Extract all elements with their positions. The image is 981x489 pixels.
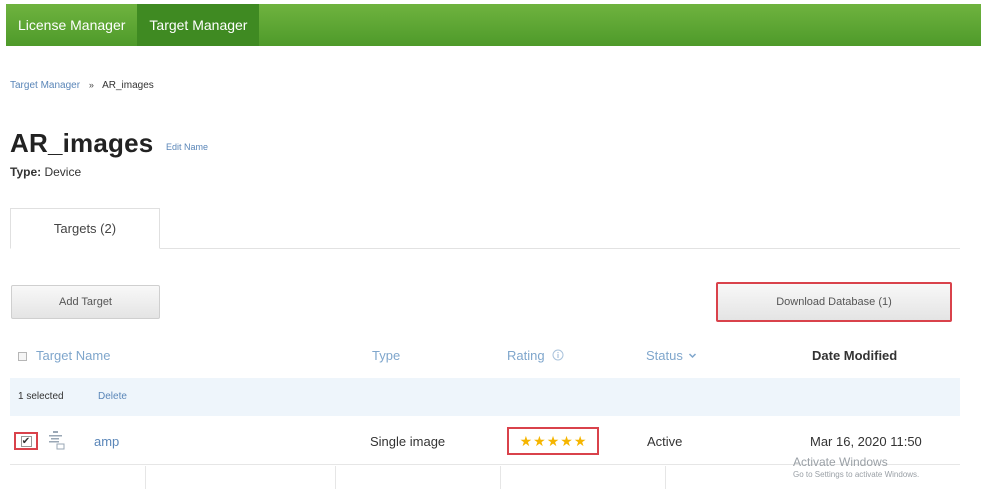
info-icon[interactable]	[552, 349, 564, 361]
star-icon: ★	[519, 433, 533, 449]
star-icon: ★	[573, 433, 587, 449]
target-date-modified: Mar 16, 2020 11:50	[810, 434, 922, 449]
edit-name-link[interactable]: Edit Name	[166, 142, 208, 152]
target-name-link[interactable]: amp	[94, 434, 119, 449]
top-navigation: License Manager Target Manager	[6, 4, 981, 46]
database-type-label: Type:	[10, 165, 42, 179]
column-divider	[145, 466, 146, 489]
select-all-checkbox[interactable]	[18, 352, 27, 361]
database-type-value: Device	[44, 165, 82, 179]
header-type[interactable]: Type	[372, 348, 400, 363]
activate-windows-watermark: Activate Windows Go to Settings to activ…	[793, 455, 919, 479]
header-rating-label: Rating	[507, 348, 545, 363]
breadcrumb-target-manager-link[interactable]: Target Manager	[10, 80, 80, 91]
table-header: Target Name Type Rating Status Date Modi…	[10, 342, 960, 372]
selection-bar: 1 selected Delete	[10, 378, 960, 416]
delete-link[interactable]: Delete	[98, 391, 127, 402]
selected-count: 1 selected	[18, 391, 64, 402]
nav-license-manager[interactable]: License Manager	[6, 4, 137, 46]
image-target-icon	[49, 431, 65, 450]
header-status-label: Status	[646, 348, 683, 363]
watermark-title: Activate Windows	[793, 455, 888, 469]
target-type: Single image	[370, 434, 446, 449]
page-title: AR_images	[10, 128, 154, 158]
breadcrumb-current: AR_images	[102, 80, 154, 91]
star-icon: ★	[560, 433, 573, 449]
star-icon: ★	[533, 433, 546, 449]
rating-stars: ★ ★ ★ ★ ★	[507, 427, 599, 455]
column-divider	[500, 466, 501, 489]
column-divider	[335, 466, 336, 489]
nav-target-manager[interactable]: Target Manager	[137, 4, 260, 46]
column-divider	[665, 466, 666, 489]
row-checkbox-highlight: ✔	[14, 432, 38, 450]
header-date-modified[interactable]: Date Modified	[812, 348, 897, 363]
download-database-button[interactable]: Download Database (1)	[716, 282, 952, 322]
row-checkbox[interactable]: ✔	[20, 435, 32, 447]
star-icon: ★	[546, 433, 560, 449]
header-rating[interactable]: Rating	[507, 348, 564, 363]
chevron-down-icon	[689, 353, 697, 359]
tab-targets[interactable]: Targets (2)	[10, 208, 160, 249]
header-target-name[interactable]: Target Name	[36, 348, 110, 363]
target-status: Active	[647, 434, 683, 449]
breadcrumb: Target Manager » AR_images	[10, 80, 154, 91]
watermark-subtitle: Go to Settings to activate Windows.	[793, 470, 920, 479]
database-type: Type: Device	[10, 165, 81, 179]
add-target-button[interactable]: Add Target	[11, 285, 160, 319]
header-status[interactable]: Status	[646, 348, 697, 363]
breadcrumb-separator: »	[88, 80, 94, 90]
